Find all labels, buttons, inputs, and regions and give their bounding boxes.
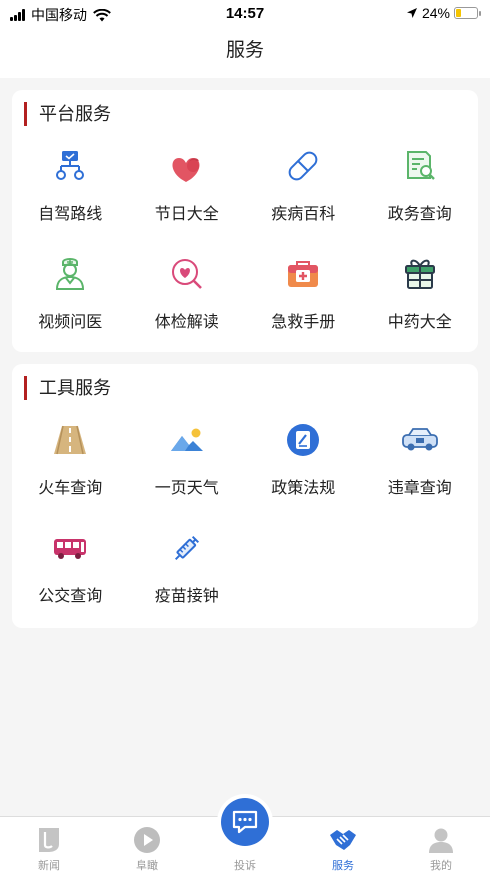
service-item-label: 政务查询 [387,206,452,223]
heart-search-icon [167,254,207,294]
weather-landscape-icon [167,420,207,460]
service-item-label: 疫苗接钟 [154,588,219,605]
tab-fukan[interactable]: 阜瞰 [98,817,196,876]
service-item-label: 自驾路线 [38,206,103,223]
platform-services-grid: 自驾路线 节日大全 疾病百科 政务查询 视频问医 体检解读 急救手册 中药大全 [12,142,478,358]
gift-box-icon [400,254,440,294]
play-icon [132,825,162,855]
service-item-violation[interactable]: 违章查询 [362,416,479,524]
service-item-label: 火车查询 [38,480,103,497]
tab-service[interactable]: 服务 [294,817,392,876]
service-item-weather[interactable]: 一页天气 [129,416,246,524]
service-item-label: 视频问医 [38,314,103,331]
service-item-first-aid[interactable]: 急救手册 [245,250,362,358]
service-item-video-doctor[interactable]: 视频问医 [12,250,129,358]
tab-label: 新闻 [38,860,60,872]
service-item-label: 政策法规 [271,480,336,497]
battery-percent: 24% [421,5,450,21]
service-item-disease[interactable]: 疾病百科 [245,142,362,250]
service-item-label: 体检解读 [154,314,219,331]
railway-icon [50,420,90,460]
battery-icon [454,7,481,19]
handshake-icon [328,825,358,855]
service-item-label: 节日大全 [154,206,219,223]
nav-bar: 服务 [0,28,490,78]
complaint-fab[interactable] [217,794,273,850]
tab-label: 阜瞰 [136,860,158,872]
service-item-checkup[interactable]: 体检解读 [129,250,246,358]
service-item-holidays[interactable]: 节日大全 [129,142,246,250]
tab-label: 服务 [332,860,354,872]
news-icon [34,825,64,855]
service-item-bus[interactable]: 公交查询 [12,524,129,632]
platform-services-card: 平台服务 自驾路线 节日大全 疾病百科 政务查询 视频问医 体检解读 急救手册 … [12,90,478,352]
tab-label: 投诉 [234,860,256,872]
service-item-route[interactable]: 自驾路线 [12,142,129,250]
hearts-icon [167,146,207,186]
service-item-label: 公交查询 [38,588,103,605]
car-violation-icon [400,420,440,460]
status-right: 24% [406,5,481,21]
tool-services-card: 工具服务 火车查询 一页天气 政策法规 违章查询 公交查询 疫苗接钟 [12,364,478,628]
service-item-label: 违章查询 [387,480,452,497]
service-item-gov[interactable]: 政务查询 [362,142,479,250]
tab-mine[interactable]: 我的 [392,817,490,876]
document-search-icon [400,146,440,186]
service-item-policy[interactable]: 政策法规 [245,416,362,524]
page-title: 服务 [225,40,264,61]
pill-icon [283,146,323,186]
location-arrow-icon [406,8,417,18]
tool-services-grid: 火车查询 一页天气 政策法规 违章查询 公交查询 疫苗接钟 [12,416,478,632]
service-item-label: 急救手册 [271,314,336,331]
route-icon [50,146,90,186]
service-item-label: 中药大全 [387,314,452,331]
service-item-label: 疾病百科 [271,206,336,223]
tab-label: 我的 [430,860,452,872]
service-item-vaccine[interactable]: 疫苗接钟 [129,524,246,632]
chat-icon [221,798,269,846]
service-item-train[interactable]: 火车查询 [12,416,129,524]
syringe-icon [167,528,207,568]
service-item-herbs[interactable]: 中药大全 [362,250,479,358]
doctor-icon [50,254,90,294]
tab-news[interactable]: 新闻 [0,817,98,876]
battery-level [456,9,461,17]
service-item-label: 一页天气 [154,480,219,497]
status-bar: 中国移动 14:57 24% [0,0,490,28]
section-title: 工具服务 [24,376,111,400]
policy-icon [283,420,323,460]
bus-icon [50,528,90,568]
section-title: 平台服务 [24,102,111,126]
first-aid-kit-icon [283,254,323,294]
user-icon [426,825,456,855]
